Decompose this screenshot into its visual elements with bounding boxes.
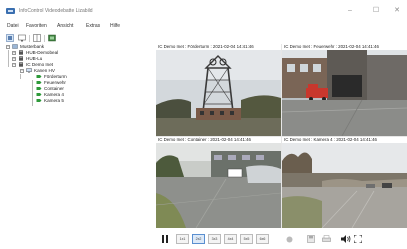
split-view-icon[interactable]: [33, 34, 41, 42]
pause-button[interactable]: [161, 233, 169, 245]
layout-3x3-button[interactable]: 3x3: [208, 233, 221, 245]
menu-bar: Datei Favoriten Ansicht Extras Hilfe: [0, 22, 407, 32]
menu-favoriten[interactable]: Favoriten: [26, 23, 47, 29]
control-bar: 1x1 2x2 3x3 4x4 5x5 6x6: [156, 228, 407, 249]
pane-caption: IC Demo Inet : Kamera 4 : 2021-02-04 14:…: [282, 137, 407, 143]
camera-image-tower: [156, 50, 281, 136]
fullscreen-icon: [354, 235, 362, 243]
app-icon: [6, 8, 15, 14]
title-bar: InfoControl Videodebatte Lizabild – ☐ ✕: [0, 0, 407, 22]
tree-expander[interactable]: −: [20, 69, 24, 73]
video-pane-container[interactable]: IC Demo Inet : Container : 2021-02-04 14…: [156, 137, 281, 228]
layout-2x2-button[interactable]: 2x2: [192, 233, 205, 245]
minimize-icon: –: [348, 7, 352, 14]
camera-icon: [36, 81, 42, 84]
server-icon: [19, 62, 23, 67]
video-pane-foerderturm[interactable]: IC Demo Inet : Förderturm : 2021-02-04 1…: [156, 44, 281, 136]
pane-caption: IC Demo Inet : Container : 2021-02-04 14…: [156, 137, 281, 143]
save-icon: [307, 235, 315, 243]
server-icon: [19, 56, 23, 61]
tree-expander[interactable]: −: [6, 45, 10, 49]
maximize-button[interactable]: ☐: [369, 6, 383, 16]
layout-5x5-button[interactable]: 5x5: [240, 233, 253, 245]
server-icon: [19, 50, 23, 55]
camera-icon: [36, 99, 42, 102]
layout-1x1-button[interactable]: 1x1: [176, 233, 189, 245]
video-grid: IC Demo Inet : Förderturm : 2021-02-04 1…: [156, 44, 407, 228]
tree-connector: [20, 74, 21, 79]
toolbar-separator: [44, 35, 45, 42]
camera-image-parking: [282, 143, 407, 228]
fullscreen-button[interactable]: [353, 233, 363, 245]
menu-hilfe[interactable]: Hilfe: [110, 23, 120, 29]
pause-icon: [162, 235, 168, 243]
pane-caption: IC Demo Inet : Feuerwehr : 2021-02-04 14…: [282, 44, 407, 50]
tree-connector: [8, 50, 9, 67]
menu-ansicht[interactable]: Ansicht: [57, 23, 73, 29]
print-icon: [321, 235, 331, 242]
camera-tree: − Musterbank + HUB-Demobeal + HUB-Lu − I…: [0, 44, 156, 222]
video-pane-feuerwehr[interactable]: IC Demo Inet : Feuerwehr : 2021-02-04 14…: [282, 44, 407, 136]
record-icon: [286, 236, 292, 242]
toolbar-separator: [29, 35, 30, 42]
minimize-button[interactable]: –: [343, 6, 357, 16]
window-title: InfoControl Videodebatte Lizabild: [19, 8, 93, 14]
print-button[interactable]: [321, 233, 331, 245]
monitor-icon: [26, 68, 32, 73]
close-icon: ✕: [394, 7, 400, 14]
toolbar: [0, 33, 407, 44]
camera-icon: [36, 75, 42, 78]
database-icon: [12, 44, 18, 49]
view-layout-icon[interactable]: [6, 34, 14, 42]
tree-expander[interactable]: +: [12, 57, 16, 61]
record-button[interactable]: [284, 233, 294, 245]
maximize-icon: ☐: [372, 7, 380, 14]
camera-image-firehouse: [282, 50, 407, 136]
pane-caption: IC Demo Inet : Förderturm : 2021-02-04 1…: [156, 44, 281, 50]
menu-extras[interactable]: Extras: [86, 23, 100, 29]
volume-icon: [341, 235, 351, 243]
camera-icon: [36, 93, 42, 96]
tree-connector: [32, 80, 33, 106]
camera-view-icon[interactable]: [48, 34, 56, 42]
tree-expander[interactable]: −: [12, 63, 16, 67]
close-button[interactable]: ✕: [390, 6, 404, 16]
layout-6x6-button[interactable]: 6x6: [256, 233, 269, 245]
save-button[interactable]: [306, 233, 316, 245]
screen-icon[interactable]: [18, 34, 26, 42]
camera-image-container: [156, 143, 281, 228]
video-pane-kamera-4[interactable]: IC Demo Inet : Kamera 4 : 2021-02-04 14:…: [282, 137, 407, 228]
layout-4x4-button[interactable]: 4x4: [224, 233, 237, 245]
camera-icon: [36, 87, 42, 90]
menu-datei[interactable]: Datei: [7, 23, 19, 29]
tree-expander[interactable]: +: [12, 51, 16, 55]
volume-button[interactable]: [340, 233, 352, 245]
